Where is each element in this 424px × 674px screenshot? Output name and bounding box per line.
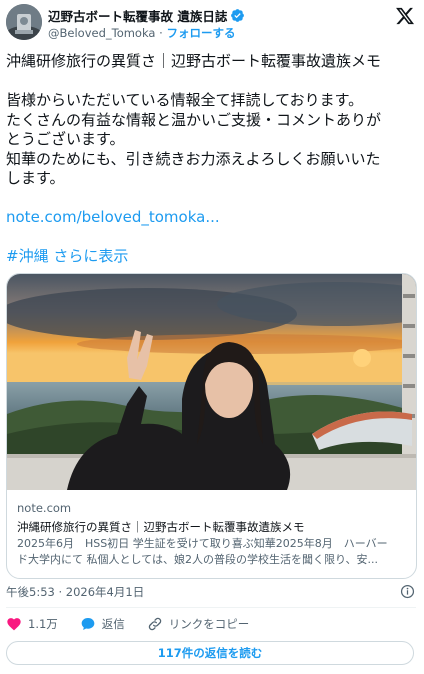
copy-link-label: リンクをコピー [168, 617, 250, 631]
copy-link-button[interactable]: リンクをコピー [147, 616, 250, 632]
show-more-link[interactable]: さらに表示 [53, 247, 128, 265]
read-replies-button[interactable]: 117件の返信を読む [6, 641, 414, 665]
divider [6, 607, 416, 608]
card-description-line: 2025年6月 HSS初日 学生証を受けて取り喜ぶ知華2025年8月 ハーバー [17, 537, 388, 550]
reply-label: 返信 [101, 617, 125, 631]
tweet-line: 沖縄研修旅行の異質さ｜辺野古ボート転覆事故遺族メモ [6, 52, 382, 70]
tweet-spacer [6, 228, 418, 248]
heart-icon [7, 618, 21, 631]
reply-bubble-icon [81, 618, 95, 630]
tweet-timestamp[interactable]: 午後5:53 · 2026年4月1日 [6, 584, 144, 600]
avatar-image [6, 4, 42, 40]
card-description: 2025年6月 HSS初日 学生証を受けて取り喜ぶ知華2025年8月 ハーバー … [17, 536, 409, 568]
card-title[interactable]: 沖縄研修旅行の異質さ｜辺野古ボート転覆事故遺族メモ [17, 519, 305, 535]
reply-button[interactable]: 返信 [80, 616, 125, 632]
like-button[interactable]: 1.1万 [6, 616, 58, 632]
avatar[interactable] [6, 4, 42, 40]
card-domain: note.com [17, 501, 72, 515]
like-count: 1.1万 [28, 617, 58, 631]
link-preview-card[interactable]: note.com 沖縄研修旅行の異質さ｜辺野古ボート転覆事故遺族メモ 2025年… [6, 273, 417, 579]
x-logo-icon[interactable] [395, 6, 415, 26]
info-icon[interactable] [400, 584, 415, 599]
link-icon [148, 617, 162, 631]
hashtag-link[interactable]: #沖縄 [6, 247, 49, 265]
card-image[interactable] [7, 274, 416, 490]
follow-button[interactable]: フォローする [166, 26, 235, 40]
tweet-line: たくさんの有益な情報と温かいご支援・コメントありが [6, 110, 382, 129]
verified-badge-icon [231, 8, 245, 22]
separator-dot: · [159, 26, 163, 40]
card-description-line: ド大学内にて 私個人としては、娘2人の普段の学校生活を聞く限り、安... [17, 553, 378, 566]
tweet-line: します。 [6, 169, 65, 187]
display-name[interactable]: 辺野古ボート転覆事故 遺族日誌 [48, 6, 227, 25]
author-handle[interactable]: @Beloved_Tomoka [48, 26, 155, 40]
tweet-link[interactable]: note.com/beloved_tomoka... [6, 208, 418, 228]
tweet-line [6, 189, 418, 209]
tweet-line: 知華のためにも、引き続きお力添えよろしくお願いいた [6, 149, 381, 168]
card-photo [7, 274, 416, 490]
tweet-body: 沖縄研修旅行の異質さ｜辺野古ボート転覆事故遺族メモ 皆様からいただいている情報全… [6, 52, 418, 267]
tweet-line: とうございます。 [6, 130, 125, 148]
action-bar: 1.1万 返信 リンクをコピー [6, 615, 271, 633]
tweet-line: 皆様からいただいている情報全て拝読しております。 [6, 91, 364, 109]
tweet-header: 辺野古ボート転覆事故 遺族日誌 @Beloved_Tomoka · フォローする [0, 0, 424, 46]
tweet-line [6, 72, 418, 92]
